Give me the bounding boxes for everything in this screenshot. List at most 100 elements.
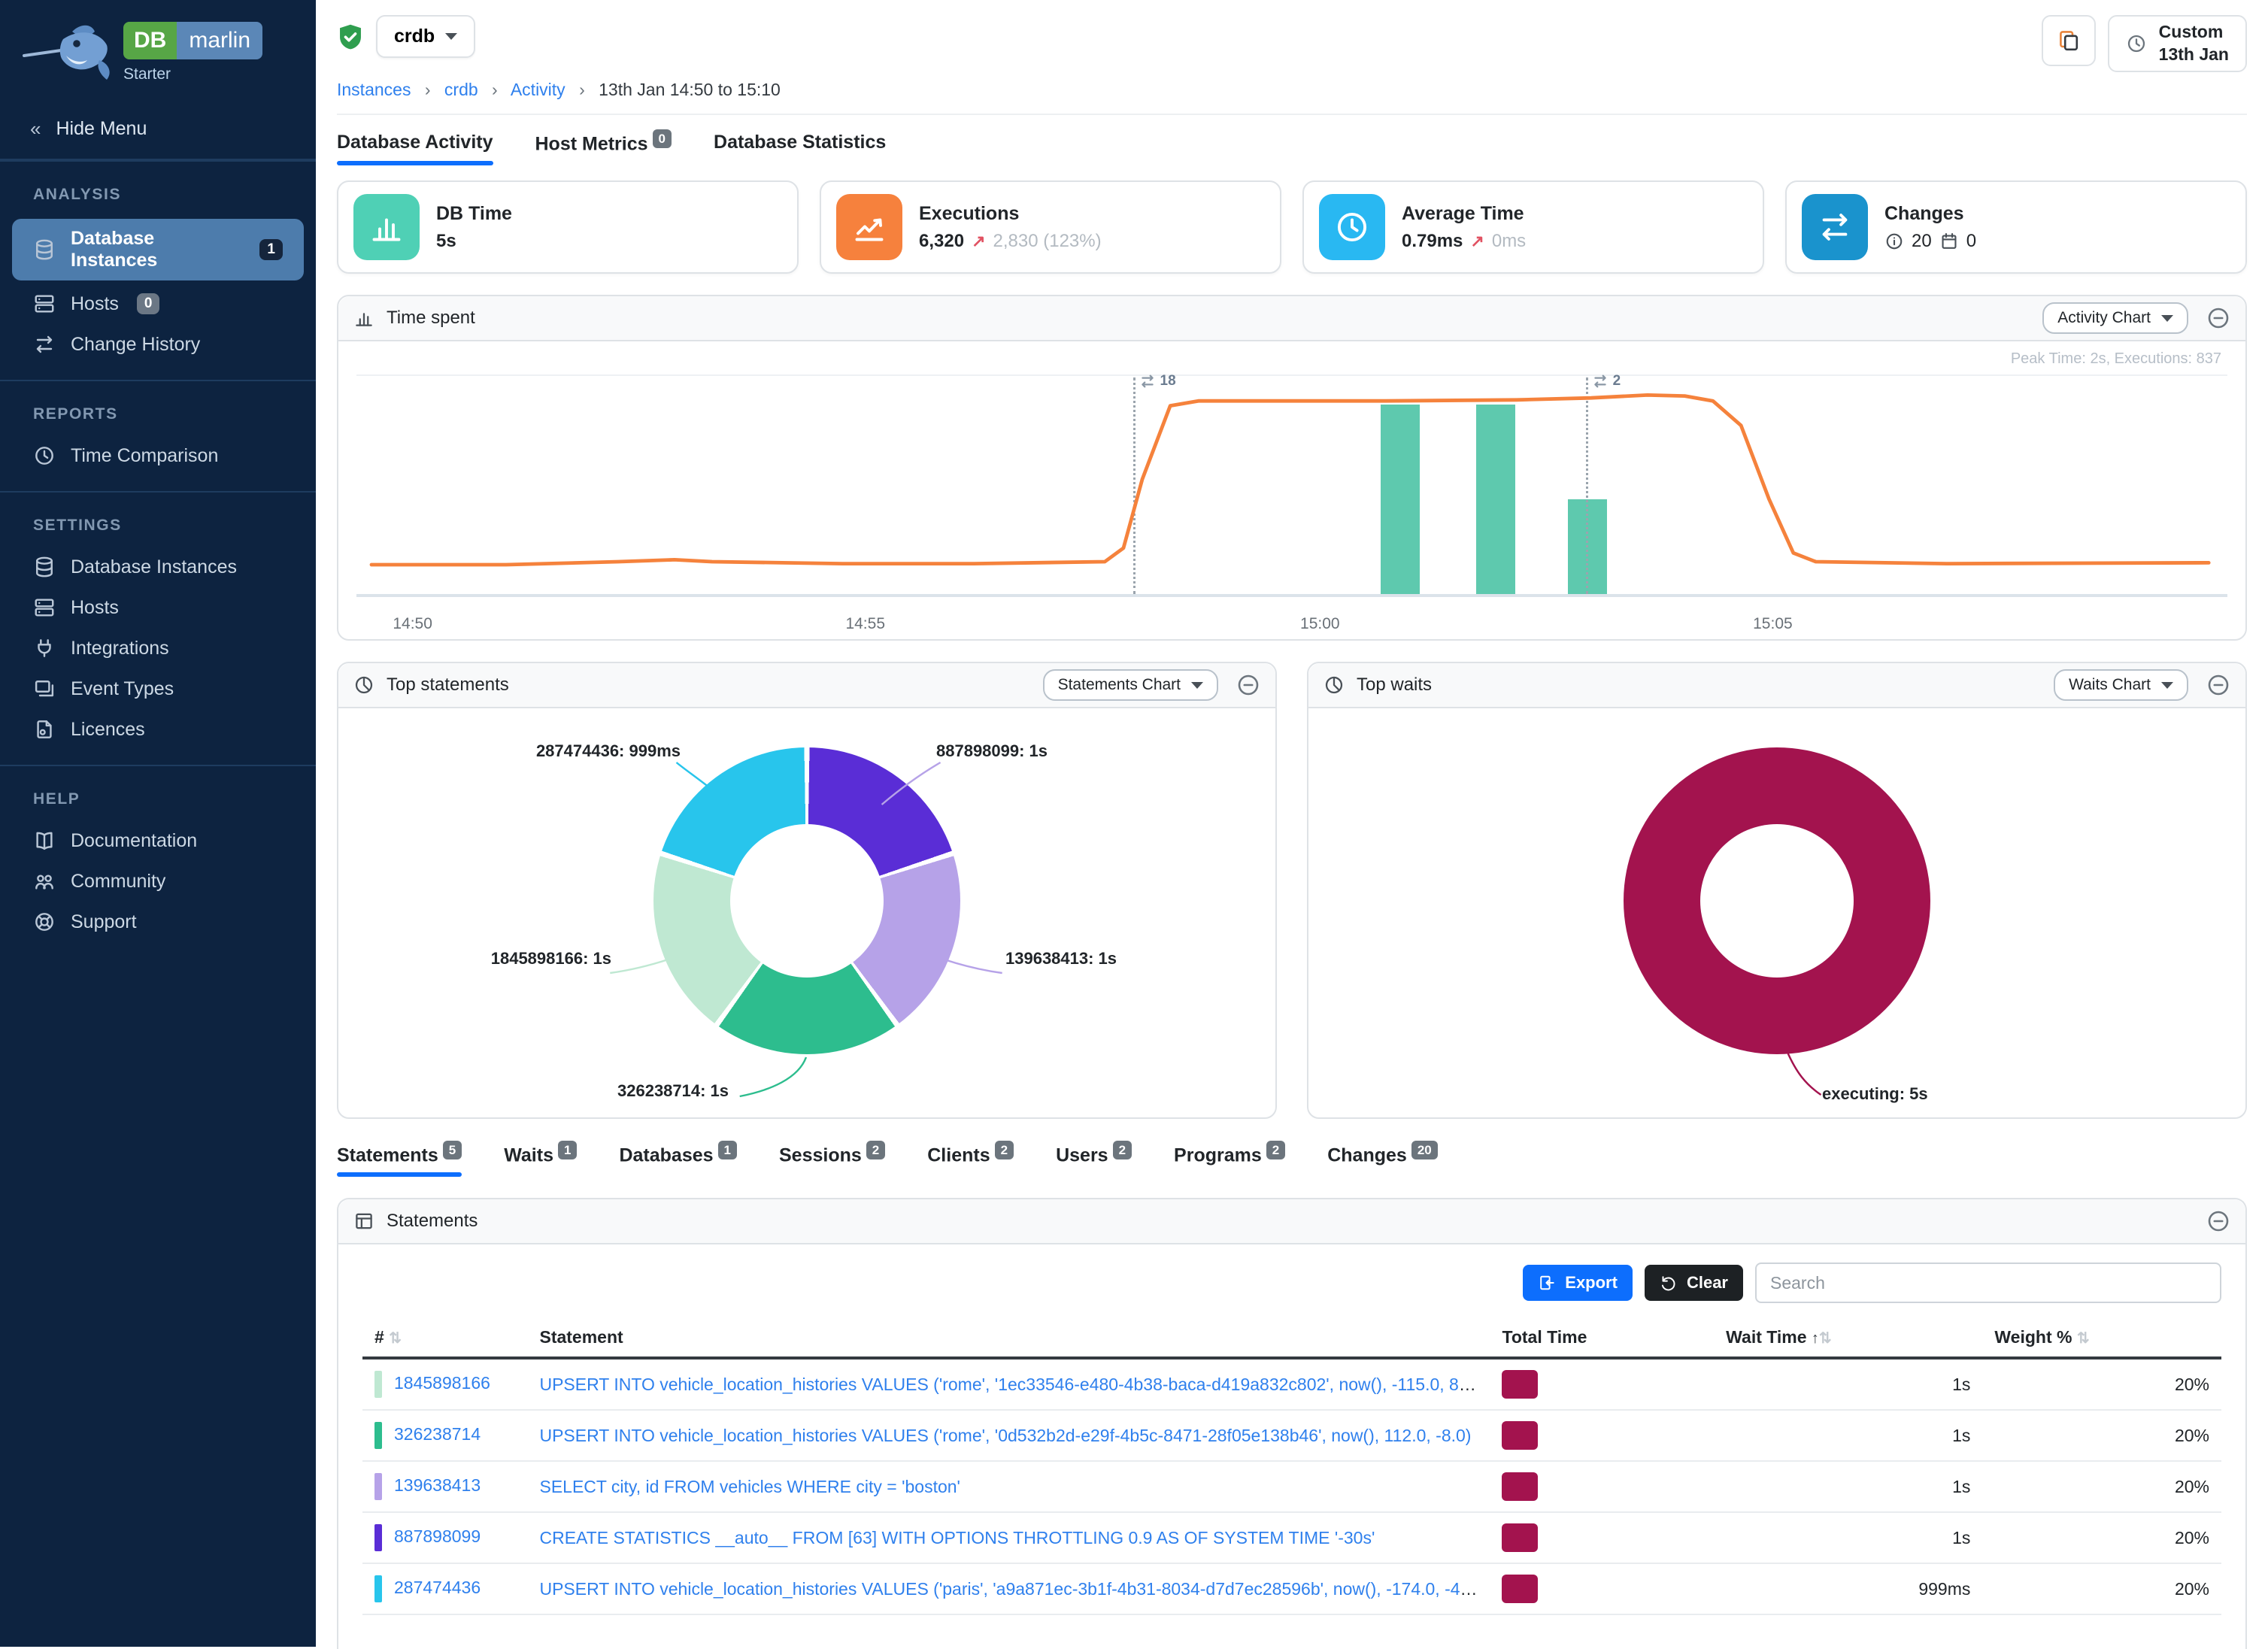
statement-row[interactable]: 139638413 SELECT city, id FROM vehicles …	[362, 1461, 2221, 1512]
statements-donut[interactable]	[653, 747, 960, 1054]
search-input[interactable]	[1755, 1263, 2221, 1303]
total-time-bar	[1502, 1370, 1538, 1399]
tab-count-badge: 2	[866, 1141, 885, 1159]
statements-chart-select[interactable]: Statements Chart	[1043, 669, 1218, 701]
tab[interactable]: Clients2	[927, 1143, 1014, 1177]
statement-sql-link[interactable]: SELECT city, id FROM vehicles WHERE city…	[539, 1477, 960, 1496]
statement-sql-link[interactable]: UPSERT INTO vehicle_location_histories V…	[539, 1375, 1488, 1394]
statement-sql-link[interactable]: UPSERT INTO vehicle_location_histories V…	[539, 1426, 1471, 1445]
breadcrumb-separator: ›	[579, 80, 585, 99]
sidebar-item[interactable]: Database Instances	[0, 547, 316, 587]
sidebar-item[interactable]: Database Instances 1	[12, 219, 304, 280]
statement-id-link[interactable]: 887898099	[394, 1527, 481, 1547]
statement-row[interactable]: 287474436 UPSERT INTO vehicle_location_h…	[362, 1563, 2221, 1614]
instance-name: crdb	[394, 26, 435, 47]
brand-tier: Starter	[123, 65, 262, 83]
tab-label: Database Statistics	[714, 132, 886, 153]
sidebar-item-icon	[33, 718, 56, 741]
top-waits-panel: Top waits Waits Chart executing: 5s	[1307, 662, 2247, 1119]
kpi-title: Changes	[1884, 203, 1976, 225]
statement-id-link[interactable]: 1845898166	[394, 1374, 490, 1393]
statement-id-link[interactable]: 139638413	[394, 1476, 481, 1496]
tab-label: Clients	[927, 1144, 990, 1166]
tab[interactable]: Database Activity	[337, 132, 493, 165]
top-header: crdb Custom 13th Jan	[337, 9, 2247, 75]
sidebar-section-help: HELP Documentation Community Support	[0, 765, 316, 957]
kpi-delta: 0ms	[1492, 231, 1526, 252]
pie-chart-icon	[353, 674, 374, 696]
kpi-icon	[1802, 194, 1868, 260]
hide-menu-label: Hide Menu	[56, 118, 147, 140]
sidebar-item-icon	[33, 444, 56, 467]
sidebar-item[interactable]: Licences	[0, 709, 316, 750]
tab-label: Sessions	[779, 1144, 862, 1166]
statement-id-link[interactable]: 287474436	[394, 1578, 481, 1598]
collapse-icon: «	[30, 117, 41, 141]
sidebar-item-label: Change History	[71, 334, 200, 356]
brand-logo: DBmarlin Starter	[0, 0, 316, 102]
sidebar-item[interactable]: Time Comparison	[0, 435, 316, 476]
clear-button[interactable]: Clear	[1645, 1265, 1743, 1301]
collapse-panel-icon[interactable]	[2206, 1209, 2230, 1233]
copy-button[interactable]	[2042, 15, 2096, 66]
sidebar-item[interactable]: Event Types	[0, 668, 316, 709]
instance-selector[interactable]: crdb	[376, 15, 475, 58]
tab[interactable]: Waits1	[504, 1143, 577, 1177]
column-header-num[interactable]: # ⇅	[362, 1318, 527, 1358]
chevron-down-icon	[2161, 315, 2173, 322]
column-header-weight[interactable]: Weight % ⇅	[1982, 1318, 2221, 1358]
export-button[interactable]: Export	[1523, 1265, 1633, 1301]
sidebar-item-label: Event Types	[71, 678, 174, 700]
total-time-bar	[1502, 1523, 1538, 1552]
activity-chart-select[interactable]: Activity Chart	[2042, 302, 2188, 334]
sort-asc-icon: ↑	[1812, 1330, 1819, 1347]
donut-slice-label: executing: 5s	[1822, 1084, 1928, 1104]
hide-menu-button[interactable]: « Hide Menu	[0, 102, 316, 160]
sidebar-item-label: Hosts	[71, 597, 119, 619]
breadcrumb: Instances › crdb › Activity › 13th Jan 1…	[337, 75, 2247, 115]
statement-row[interactable]: 1845898166 UPSERT INTO vehicle_location_…	[362, 1358, 2221, 1410]
statement-row[interactable]: 887898099 CREATE STATISTICS __auto__ FRO…	[362, 1512, 2221, 1563]
column-header-statement[interactable]: Statement	[527, 1318, 1490, 1358]
tab[interactable]: Database Statistics	[714, 132, 886, 165]
column-header-wait-time[interactable]: Wait Time ↑⇅	[1714, 1318, 1982, 1358]
tab[interactable]: Users2	[1056, 1143, 1132, 1177]
waits-chart-select[interactable]: Waits Chart	[2054, 669, 2188, 701]
tab[interactable]: Sessions2	[779, 1143, 885, 1177]
sidebar-item-icon	[33, 911, 56, 933]
breadcrumb-link[interactable]: 13th Jan 14:50 to 15:10	[599, 80, 781, 99]
time-range-button[interactable]: Custom 13th Jan	[2108, 15, 2247, 72]
export-icon	[1538, 1274, 1556, 1292]
sidebar-item[interactable]: Community	[0, 861, 316, 902]
collapse-panel-icon[interactable]	[2206, 673, 2230, 697]
sidebar-item[interactable]: Integrations	[0, 628, 316, 668]
statement-row[interactable]: 326238714 UPSERT INTO vehicle_location_h…	[362, 1410, 2221, 1461]
tab[interactable]: Host Metrics0	[535, 132, 672, 165]
statement-color-swatch	[374, 1473, 382, 1500]
collapse-panel-icon[interactable]	[1236, 673, 1260, 697]
statements-donut-chart: 887898099: 1s 139638413: 1s 326238714: 1…	[338, 708, 1275, 1117]
breadcrumb-link[interactable]: Activity	[511, 80, 565, 99]
sidebar-item[interactable]: Documentation	[0, 820, 316, 861]
count-badge: 1	[259, 239, 283, 260]
breadcrumb-link[interactable]: crdb	[444, 80, 478, 99]
tab[interactable]: Databases1	[619, 1143, 737, 1177]
breadcrumb-link[interactable]: Instances	[337, 80, 411, 99]
statement-id-link[interactable]: 326238714	[394, 1425, 481, 1444]
collapse-panel-icon[interactable]	[2206, 306, 2230, 330]
column-header-total-time[interactable]: Total Time	[1490, 1318, 1714, 1358]
statement-sql-link[interactable]: UPSERT INTO vehicle_location_histories V…	[539, 1579, 1490, 1599]
sidebar-item[interactable]: Hosts	[0, 587, 316, 628]
sidebar-item-icon	[33, 677, 56, 700]
sidebar-item[interactable]: Support	[0, 902, 316, 942]
statement-sql-link[interactable]: CREATE STATISTICS __auto__ FROM [63] WIT…	[539, 1528, 1375, 1547]
kpi-value: 5s	[436, 231, 456, 252]
waits-donut[interactable]	[1624, 747, 1930, 1054]
top-statements-panel: Top statements Statements Chart 8878980	[337, 662, 1277, 1119]
tab[interactable]: Programs2	[1174, 1143, 1285, 1177]
sidebar-item[interactable]: Change History	[0, 324, 316, 365]
tab[interactable]: Changes20	[1327, 1143, 1438, 1177]
tab[interactable]: Statements5	[337, 1143, 462, 1177]
kpi-title: DB Time	[436, 203, 512, 225]
sidebar-item[interactable]: Hosts 0	[0, 283, 316, 324]
